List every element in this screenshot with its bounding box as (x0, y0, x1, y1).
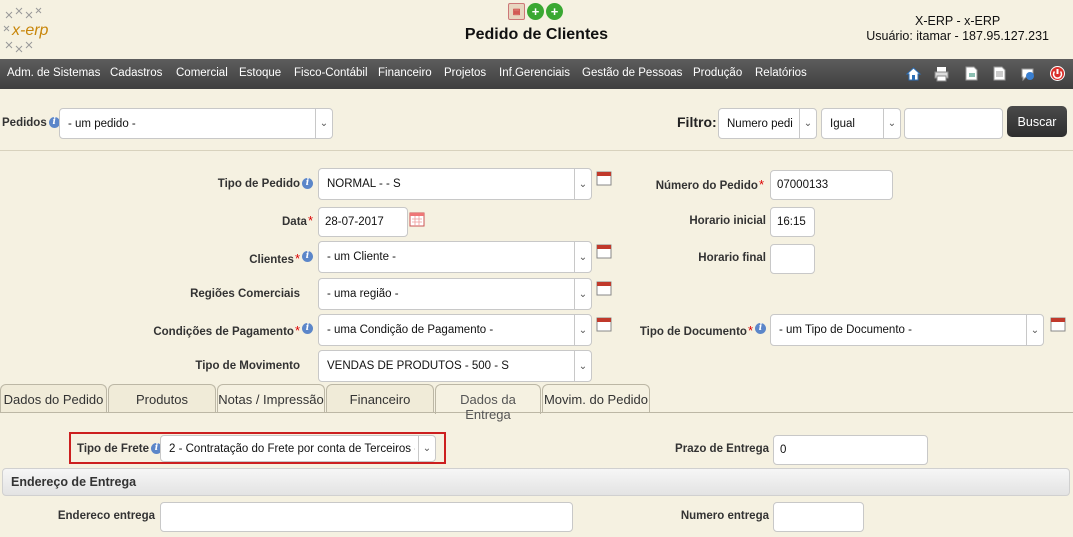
calendar-icon[interactable] (596, 316, 612, 332)
home-icon[interactable] (905, 65, 922, 82)
menu-item-financeiro[interactable]: Financeiro (378, 67, 432, 79)
menu-item-producao[interactable]: Produção (693, 67, 742, 79)
tab-movim-pedido[interactable]: Movim. do Pedido (542, 384, 650, 412)
info-icon[interactable]: i (755, 323, 766, 334)
tipo-movimento-label: Tipo de Movimento (195, 360, 300, 372)
tipo-frete-select[interactable]: 2 - Contratação do Frete por conta de Te… (160, 435, 436, 462)
tipo-documento-label: Tipo de Documento* i (640, 323, 766, 338)
numero-pedido-input[interactable]: 07000133 (770, 170, 893, 200)
horario-final-label: Horario final (698, 252, 766, 264)
tab-notas-impressao[interactable]: Notas / Impressão (217, 384, 325, 412)
tab-produtos[interactable]: Produtos (108, 384, 216, 412)
chevron-down-icon: ⌄ (799, 109, 816, 138)
user-line: Usuário: itamar - 187.95.127.231 (866, 29, 1049, 43)
menu-item-projetos[interactable]: Projetos (444, 67, 486, 79)
tab-dados-entrega[interactable]: Dados da Entrega (435, 384, 541, 422)
divider (0, 150, 1073, 151)
calendar-icon[interactable] (1050, 316, 1066, 332)
chevron-down-icon: ⌄ (1026, 315, 1043, 345)
menu-item-inf-gerenciais[interactable]: Inf.Gerenciais (499, 67, 570, 79)
menu-item-adm-sistemas[interactable]: Adm. de Sistemas (7, 67, 100, 79)
regioes-select[interactable]: - uma região - ⌄ (318, 278, 592, 310)
date-picker-icon[interactable] (409, 211, 425, 227)
filtro-value-input[interactable] (904, 108, 1003, 139)
tipo-pedido-select[interactable]: NORMAL - - S ⌄ (318, 168, 592, 200)
clientes-select[interactable]: - um Cliente - ⌄ (318, 241, 592, 273)
horario-final-input[interactable] (770, 244, 815, 274)
tipo-movimento-select[interactable]: VENDAS DE PRODUTOS - 500 - S ⌄ (318, 350, 592, 382)
numero-entrega-input[interactable] (773, 502, 864, 532)
endereco-entrega-input[interactable] (160, 502, 573, 532)
prazo-entrega-input[interactable]: 0 (773, 435, 928, 465)
horario-inicial-input[interactable]: 16:15 (770, 207, 815, 237)
calendar-icon[interactable] (596, 170, 612, 186)
exit-icon[interactable] (1049, 65, 1066, 82)
horario-inicial-label: Horario inicial (689, 215, 766, 227)
pdf-icon[interactable]: ▤ (508, 3, 525, 20)
tipo-frete-label: Tipo de Frete i (77, 443, 162, 455)
prazo-entrega-label: Prazo de Entrega (675, 443, 769, 455)
chevron-down-icon: ⌄ (418, 436, 435, 461)
menu-item-comercial[interactable]: Comercial (176, 67, 228, 79)
menu-item-relatorios[interactable]: Relatórios (755, 67, 807, 79)
pedidos-label: Pedidos i (2, 117, 60, 129)
chevron-down-icon: ⌄ (574, 351, 591, 381)
menu-item-estoque[interactable]: Estoque (239, 67, 281, 79)
info-icon[interactable]: i (302, 251, 313, 262)
clientes-label: Clientes* i (249, 251, 313, 266)
condicoes-label: Condições de Pagamento* i (153, 323, 313, 338)
menu-item-gestao-pessoas[interactable]: Gestão de Pessoas (582, 67, 682, 79)
regioes-label: Regiões Comerciais (190, 288, 300, 300)
main-menu: Adm. de Sistemas Cadastros Comercial Est… (0, 59, 1073, 89)
menu-item-cadastros[interactable]: Cadastros (110, 67, 162, 79)
info-icon[interactable]: i (302, 178, 313, 189)
system-name: X-ERP - x-ERP (915, 14, 1001, 28)
condicoes-select[interactable]: - uma Condição de Pagamento - ⌄ (318, 314, 592, 346)
chevron-down-icon: ⌄ (883, 109, 900, 138)
menu-item-fisco-contabil[interactable]: Fisco-Contábil (294, 67, 368, 79)
export-icon[interactable] (963, 65, 980, 82)
app-header: x-erp ▤ + + Pedido de Clientes X-ERP - x… (0, 0, 1073, 59)
add-new-icon[interactable]: + (546, 3, 563, 20)
chevron-down-icon: ⌄ (315, 109, 332, 138)
filtro-operator-select[interactable]: Igual ⌄ (821, 108, 901, 139)
tipo-pedido-label: Tipo de Pedido i (218, 178, 313, 190)
numero-pedido-label: Número do Pedido* (655, 177, 764, 192)
pedidos-select[interactable]: - um pedido - ⌄ (59, 108, 333, 139)
header-actions: ▤ + + (508, 3, 563, 20)
filtro-label: Filtro: (677, 114, 717, 130)
calendar-icon[interactable] (596, 280, 612, 296)
chevron-down-icon: ⌄ (574, 315, 591, 345)
help-icon[interactable] (1019, 65, 1036, 82)
buscar-button[interactable]: Buscar (1007, 106, 1067, 137)
numero-entrega-label: Numero entrega (680, 510, 769, 522)
chevron-down-icon: ⌄ (574, 242, 591, 272)
document-icon[interactable] (991, 65, 1008, 82)
info-icon[interactable]: i (302, 323, 313, 334)
tab-financeiro[interactable]: Financeiro (326, 384, 434, 412)
tipo-documento-select[interactable]: - um Tipo de Documento - ⌄ (770, 314, 1044, 346)
chevron-down-icon: ⌄ (574, 169, 591, 199)
endereco-entrega-label: Endereco entrega (57, 510, 155, 522)
filtro-field-select[interactable]: Numero pedi ⌄ (718, 108, 817, 139)
add-icon[interactable]: + (527, 3, 544, 20)
calendar-icon[interactable] (596, 243, 612, 259)
endereco-entrega-section-header[interactable]: Endereço de Entrega (2, 468, 1070, 496)
user-info: X-ERP - x-ERP Usuário: itamar - 187.95.1… (866, 14, 1049, 44)
print-icon[interactable] (933, 65, 950, 82)
tab-dados-pedido[interactable]: Dados do Pedido (0, 384, 107, 412)
chevron-down-icon: ⌄ (574, 279, 591, 309)
data-label: Data* (282, 213, 313, 228)
data-input[interactable]: 28-07-2017 (318, 207, 408, 237)
